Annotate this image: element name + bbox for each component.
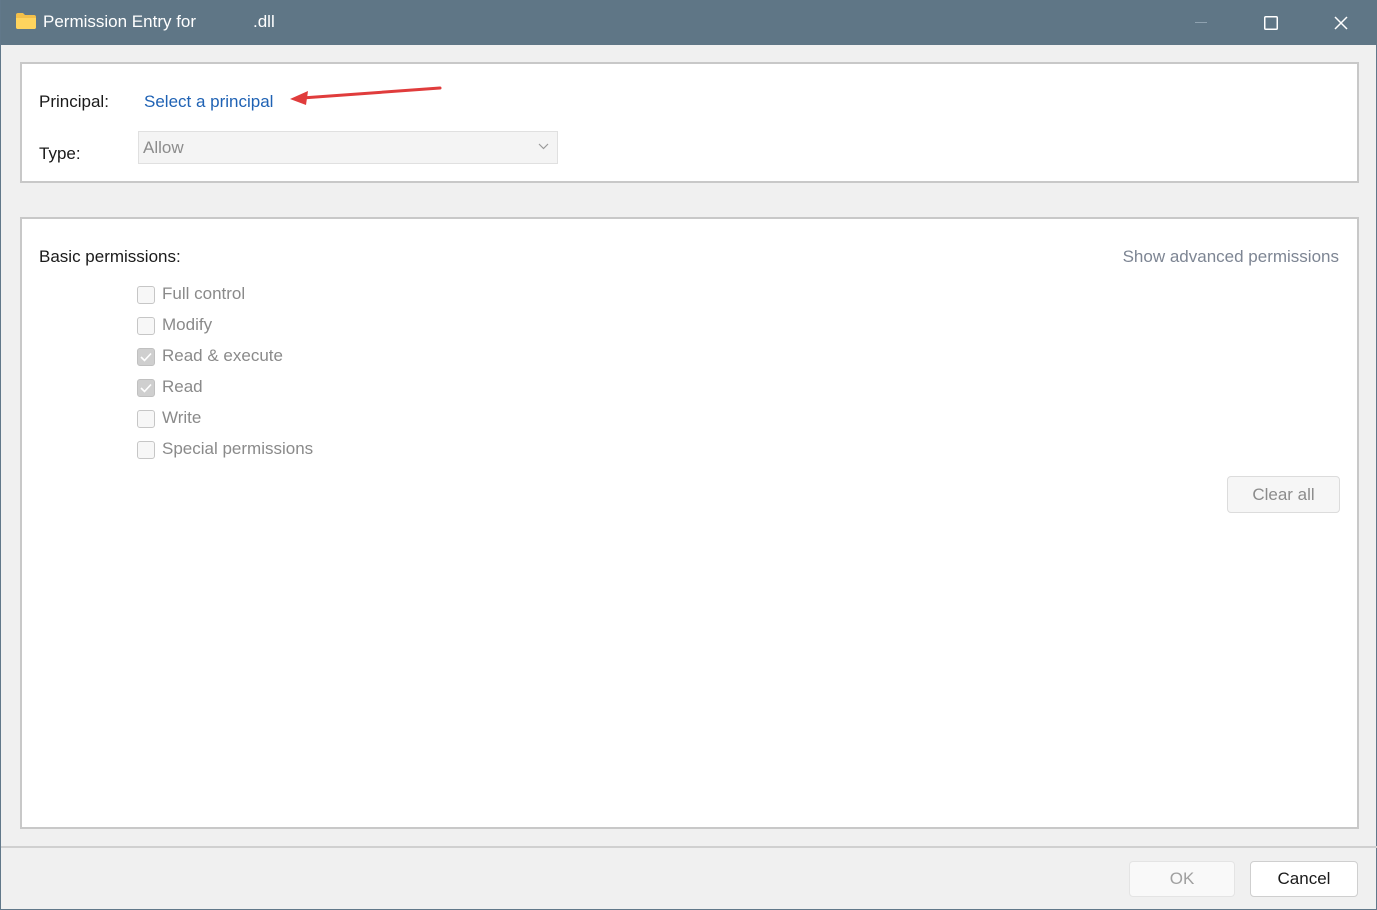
window-title-filename: .dll: [253, 12, 275, 31]
ok-button[interactable]: OK: [1129, 861, 1235, 897]
minimize-icon: [1195, 21, 1207, 23]
read-checkbox[interactable]: [137, 379, 155, 397]
select-principal-link[interactable]: Select a principal: [144, 92, 273, 112]
permission-entry-window: Permission Entry for .dll Principal: Sel…: [0, 0, 1377, 910]
clear-all-button[interactable]: Clear all: [1227, 476, 1340, 513]
show-advanced-permissions-link[interactable]: Show advanced permissions: [1123, 247, 1339, 267]
type-label: Type:: [39, 144, 81, 163]
maximize-button[interactable]: [1248, 0, 1294, 45]
type-dropdown[interactable]: Allow: [138, 131, 558, 164]
close-icon: [1334, 15, 1348, 30]
permission-label: Read & execute: [162, 346, 283, 365]
permission-label: Modify: [162, 315, 213, 334]
close-button[interactable]: [1318, 0, 1364, 45]
cancel-button[interactable]: Cancel: [1250, 861, 1358, 897]
principal-group: Principal: Select a principal Type: Allo…: [20, 62, 1359, 183]
window-title: Permission Entry for: [43, 12, 197, 31]
annotation-arrow-icon: [290, 86, 442, 105]
title-bar[interactable]: Permission Entry for .dll: [1, 0, 1377, 45]
permission-label: Special permissions: [162, 439, 314, 458]
modify-checkbox[interactable]: [137, 317, 155, 335]
checkmark-icon: [140, 383, 152, 393]
special-permissions-checkbox[interactable]: [137, 441, 155, 459]
permission-label: Full control: [162, 284, 246, 303]
minimize-button[interactable]: [1178, 0, 1224, 45]
principal-label: Principal:: [39, 92, 109, 111]
maximize-icon: [1264, 15, 1278, 30]
write-checkbox[interactable]: [137, 410, 155, 428]
folder-icon: [15, 12, 37, 30]
read-execute-checkbox[interactable]: [137, 348, 155, 366]
footer-divider: [1, 846, 1377, 848]
permissions-group: Basic permissions: Show advanced permiss…: [20, 217, 1359, 829]
permission-label: Write: [162, 408, 202, 427]
type-dropdown-value: Allow: [143, 138, 184, 157]
permission-label: Read: [162, 377, 203, 396]
checkmark-icon: [140, 352, 152, 362]
full-control-checkbox[interactable]: [137, 286, 155, 304]
chevron-down-icon: [538, 143, 549, 150]
basic-permissions-heading: Basic permissions:: [39, 247, 181, 266]
